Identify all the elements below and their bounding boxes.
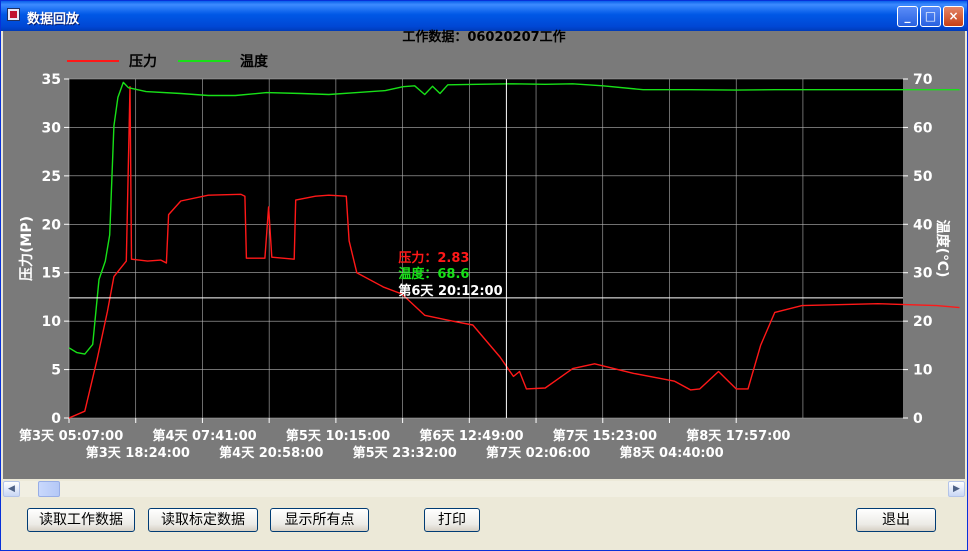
window-title: 数据回放 bbox=[27, 12, 80, 27]
title-bar[interactable]: 数据回放 _ □ × bbox=[1, 1, 967, 31]
print-button[interactable]: 打印 bbox=[424, 508, 480, 532]
right-tick-label: 20 bbox=[913, 314, 933, 330]
right-tick-label: 60 bbox=[913, 120, 933, 136]
x-tick-label: 第6天 12:49:00 bbox=[419, 428, 523, 444]
exit-button[interactable]: 退出 bbox=[856, 508, 936, 532]
legend-label: 温度 bbox=[240, 53, 269, 70]
left-tick-label: 35 bbox=[42, 72, 61, 88]
minimize-button[interactable]: _ bbox=[897, 6, 918, 27]
left-tick-label: 0 bbox=[51, 411, 61, 427]
plot-area bbox=[69, 79, 903, 418]
x-tick-label: 第5天 10:15:00 bbox=[286, 428, 390, 444]
right-tick-label: 30 bbox=[913, 266, 933, 282]
x-tick-label: 第8天 17:57:00 bbox=[686, 428, 790, 444]
left-tick-label: 20 bbox=[42, 217, 62, 233]
left-tick-label: 15 bbox=[42, 266, 61, 282]
right-tick-label: 10 bbox=[913, 363, 933, 379]
right-tick-label: 70 bbox=[913, 72, 933, 88]
x-tick-label: 第7天 15:23:00 bbox=[553, 428, 657, 444]
x-tick-label: 第3天 05:07:00 bbox=[19, 428, 123, 444]
left-tick-label: 25 bbox=[42, 169, 61, 185]
x-tick-label: 第5天 23:32:00 bbox=[353, 445, 457, 461]
left-tick-label: 5 bbox=[51, 363, 61, 379]
right-tick-label: 40 bbox=[913, 217, 933, 233]
right-tick-label: 0 bbox=[913, 411, 923, 427]
cursor-time-readout: 第6天 20:12:00 bbox=[398, 283, 502, 299]
x-tick-label: 第4天 07:41:00 bbox=[152, 428, 256, 444]
close-button[interactable]: × bbox=[943, 6, 964, 27]
left-axis-label: 压力(MP) bbox=[18, 216, 35, 281]
x-tick-label: 第4天 20:58:00 bbox=[219, 445, 323, 461]
maximize-button[interactable]: □ bbox=[920, 6, 941, 27]
show-all-points-button[interactable]: 显示所有点 bbox=[270, 508, 369, 532]
scroll-thumb[interactable] bbox=[38, 481, 60, 497]
scroll-right-button[interactable]: ▶ bbox=[948, 481, 965, 497]
legend-label: 压力 bbox=[129, 53, 157, 70]
read-calibration-data-button[interactable]: 读取标定数据 bbox=[148, 508, 258, 532]
right-tick-label: 50 bbox=[913, 169, 933, 185]
x-tick-label: 第8天 04:40:00 bbox=[619, 445, 723, 461]
cursor-temperature-readout: 温度：68.6 bbox=[398, 266, 469, 282]
chart[interactable]: 0 5 10 15 20 25 30 35 0 10 20 30 40 50 60 70 压力(MP) 温度(℃)… bbox=[3, 31, 965, 479]
app-icon bbox=[7, 8, 20, 21]
left-tick-label: 10 bbox=[42, 314, 62, 330]
scroll-left-button[interactable]: ◀ bbox=[3, 481, 20, 497]
x-tick-label: 第3天 18:24:00 bbox=[86, 445, 190, 461]
read-work-data-button[interactable]: 读取工作数据 bbox=[27, 508, 135, 532]
chart-panel: 工作数据：06020207工作 0 5 10 15 20 25 30 35 0 10 20 30 40 5… bbox=[3, 30, 965, 479]
playback-window: 数据回放 _ □ × 工作数据：06020207工作 0 5 10 15 20 25 30 3… bbox=[0, 0, 968, 551]
right-axis-label: 温度(℃) bbox=[934, 220, 951, 278]
left-tick-label: 30 bbox=[42, 120, 62, 136]
cursor-pressure-readout: 压力：2.83 bbox=[398, 250, 469, 266]
horizontal-scrollbar[interactable]: ◀ ▶ bbox=[3, 481, 965, 497]
x-tick-label: 第7天 02:06:00 bbox=[486, 445, 590, 461]
